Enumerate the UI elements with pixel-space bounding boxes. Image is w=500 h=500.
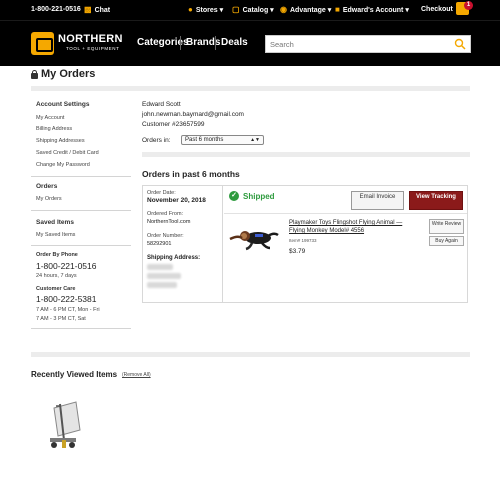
view-tracking-button[interactable]: View Tracking (409, 191, 463, 210)
sidebar-link-shipping-addresses[interactable]: Shipping Addresses (36, 138, 85, 144)
sidebar-link-my-orders[interactable]: My Orders (36, 196, 62, 202)
site-header: NORTHERN TOOL + EQUIPMENT Categories Bra… (0, 20, 500, 66)
chat-link[interactable]: ▩ Chat (84, 0, 110, 20)
sidebar-heading-orders: Orders (36, 183, 58, 190)
account-label: Edward's Account (342, 7, 404, 14)
chevron-down-icon: ▾ (325, 7, 332, 14)
sidebar-link-change-password[interactable]: Change My Password (36, 162, 90, 168)
nav-divider (180, 36, 181, 50)
product-image[interactable] (228, 226, 280, 252)
sidebar-heading-saved-items: Saved Items (36, 219, 74, 226)
divider (142, 152, 470, 157)
northern-tool-logo[interactable]: NORTHERN TOOL + EQUIPMENT (31, 32, 126, 56)
order-number: 58292901 (147, 241, 172, 247)
sidebar-link-billing-address[interactable]: Billing Address (36, 126, 72, 132)
email-invoice-button[interactable]: Email Invoice (351, 191, 404, 210)
customer-email: john.newman.baymard@gmail.com (142, 111, 244, 118)
customer-care-phone[interactable]: 1-800-222-5381 (36, 294, 97, 304)
remove-all-link[interactable]: (Remove All) (122, 372, 151, 378)
order-by-phone-heading: Order By Phone (36, 252, 78, 258)
logo-name: NORTHERN (58, 33, 123, 45)
write-review-button[interactable]: Write Review (429, 219, 464, 234)
check-circle-icon: ✓ (229, 191, 239, 201)
chat-icon: ▩ (84, 5, 92, 14)
customer-number: Customer #23657599 (142, 121, 205, 128)
order-date-label: Order Date: (147, 190, 176, 196)
cart-button[interactable]: 1 (456, 1, 473, 16)
orders-in-selected-value: Past 6 months (185, 137, 224, 143)
orders-in-select[interactable]: Past 6 months ▲▼ (181, 135, 264, 145)
divider (31, 352, 470, 357)
sidebar-divider (31, 245, 131, 246)
sidebar-divider (31, 210, 131, 211)
location-pin-icon: ● (188, 5, 193, 14)
checkout-link[interactable]: Checkout (421, 0, 453, 20)
product-price: $3.79 (289, 248, 306, 255)
divider (224, 213, 467, 214)
orders-heading: Orders in past 6 months (142, 169, 240, 179)
customer-care-heading: Customer Care (36, 286, 76, 292)
nav-divider (215, 36, 216, 50)
user-icon: ■ (335, 5, 340, 14)
recently-viewed-heading: Recently Viewed Items (31, 370, 118, 379)
lock-icon (31, 70, 38, 79)
account-menu[interactable]: ■ Edward's Account ▾ (335, 0, 409, 20)
ordered-from: NorthernTool.com (147, 219, 191, 225)
phone-link[interactable]: 1-800-221-0516 (31, 0, 81, 20)
product-name-link[interactable]: Playmaker Toys Flingshot Flying Animal —… (289, 219, 419, 235)
utility-bar: 1-800-221-0516 ▩ Chat ● Stores ▾ ▢ Catalog … (0, 0, 500, 20)
select-arrows-icon: ▲▼ (250, 137, 260, 143)
advantage-menu[interactable]: ◉ Advantage ▾ (280, 0, 331, 20)
ordered-from-label: Ordered From: (147, 211, 184, 217)
order-card: Order Date: November 20, 2018 Ordered Fr… (142, 185, 468, 303)
chevron-down-icon: ▾ (403, 7, 409, 14)
cart-count-badge: 1 (464, 1, 473, 10)
chevron-down-icon: ▾ (268, 7, 274, 14)
stores-menu[interactable]: ● Stores ▾ (188, 0, 223, 20)
redacted-address-line (147, 273, 181, 279)
chevron-down-icon: ▾ (217, 7, 224, 14)
order-phone-number[interactable]: 1-800-221-0516 (36, 261, 97, 271)
customer-care-hours-weekday: 7 AM - 6 PM CT, Mon - Fri (36, 307, 100, 313)
sidebar-heading-account-settings: Account Settings (36, 101, 90, 108)
order-status: Shipped (243, 192, 275, 201)
orders-in-label: Orders in: (142, 137, 171, 144)
order-details-panel: Order Date: November 20, 2018 Ordered Fr… (143, 186, 223, 302)
divider (31, 86, 470, 91)
search-input[interactable] (266, 36, 451, 52)
search-box (265, 35, 471, 53)
chat-label: Chat (94, 7, 111, 14)
advantage-icon: ◉ (280, 5, 287, 14)
order-number-label: Order Number: (147, 233, 184, 239)
advantage-label: Advantage (289, 7, 326, 14)
shipping-address-label: Shipping Address: (147, 255, 201, 261)
stores-label: Stores (195, 7, 218, 14)
nav-deals[interactable]: Deals (221, 37, 248, 48)
search-icon[interactable] (454, 38, 466, 50)
order-phone-hours: 24 hours, 7 days (36, 273, 77, 279)
sidebar-divider (31, 328, 131, 329)
sidebar-link-my-account[interactable]: My Account (36, 115, 64, 121)
buy-again-button[interactable]: Buy Again (429, 236, 464, 246)
catalog-icon: ▢ (232, 5, 240, 14)
order-date: November 20, 2018 (147, 197, 206, 204)
logo-subtitle: TOOL + EQUIPMENT (66, 46, 120, 51)
redacted-address-line (147, 264, 173, 270)
sidebar-link-saved-card[interactable]: Saved Credit / Debit Card (36, 150, 99, 156)
customer-care-hours-saturday: 7 AM - 3 PM CT, Sat (36, 316, 86, 322)
catalog-label: Catalog (242, 7, 269, 14)
page-title: My Orders (41, 68, 96, 80)
catalog-menu[interactable]: ▢ Catalog ▾ (232, 0, 274, 20)
sidebar-divider (31, 176, 131, 177)
logo-mark-icon (31, 32, 54, 55)
sidebar-link-my-saved-items[interactable]: My Saved Items (36, 232, 75, 238)
customer-name: Edward Scott (142, 101, 181, 108)
product-item-number: Item# 199733 (289, 238, 317, 243)
recently-viewed-product-image[interactable] (46, 400, 84, 452)
redacted-address-line (147, 282, 177, 288)
